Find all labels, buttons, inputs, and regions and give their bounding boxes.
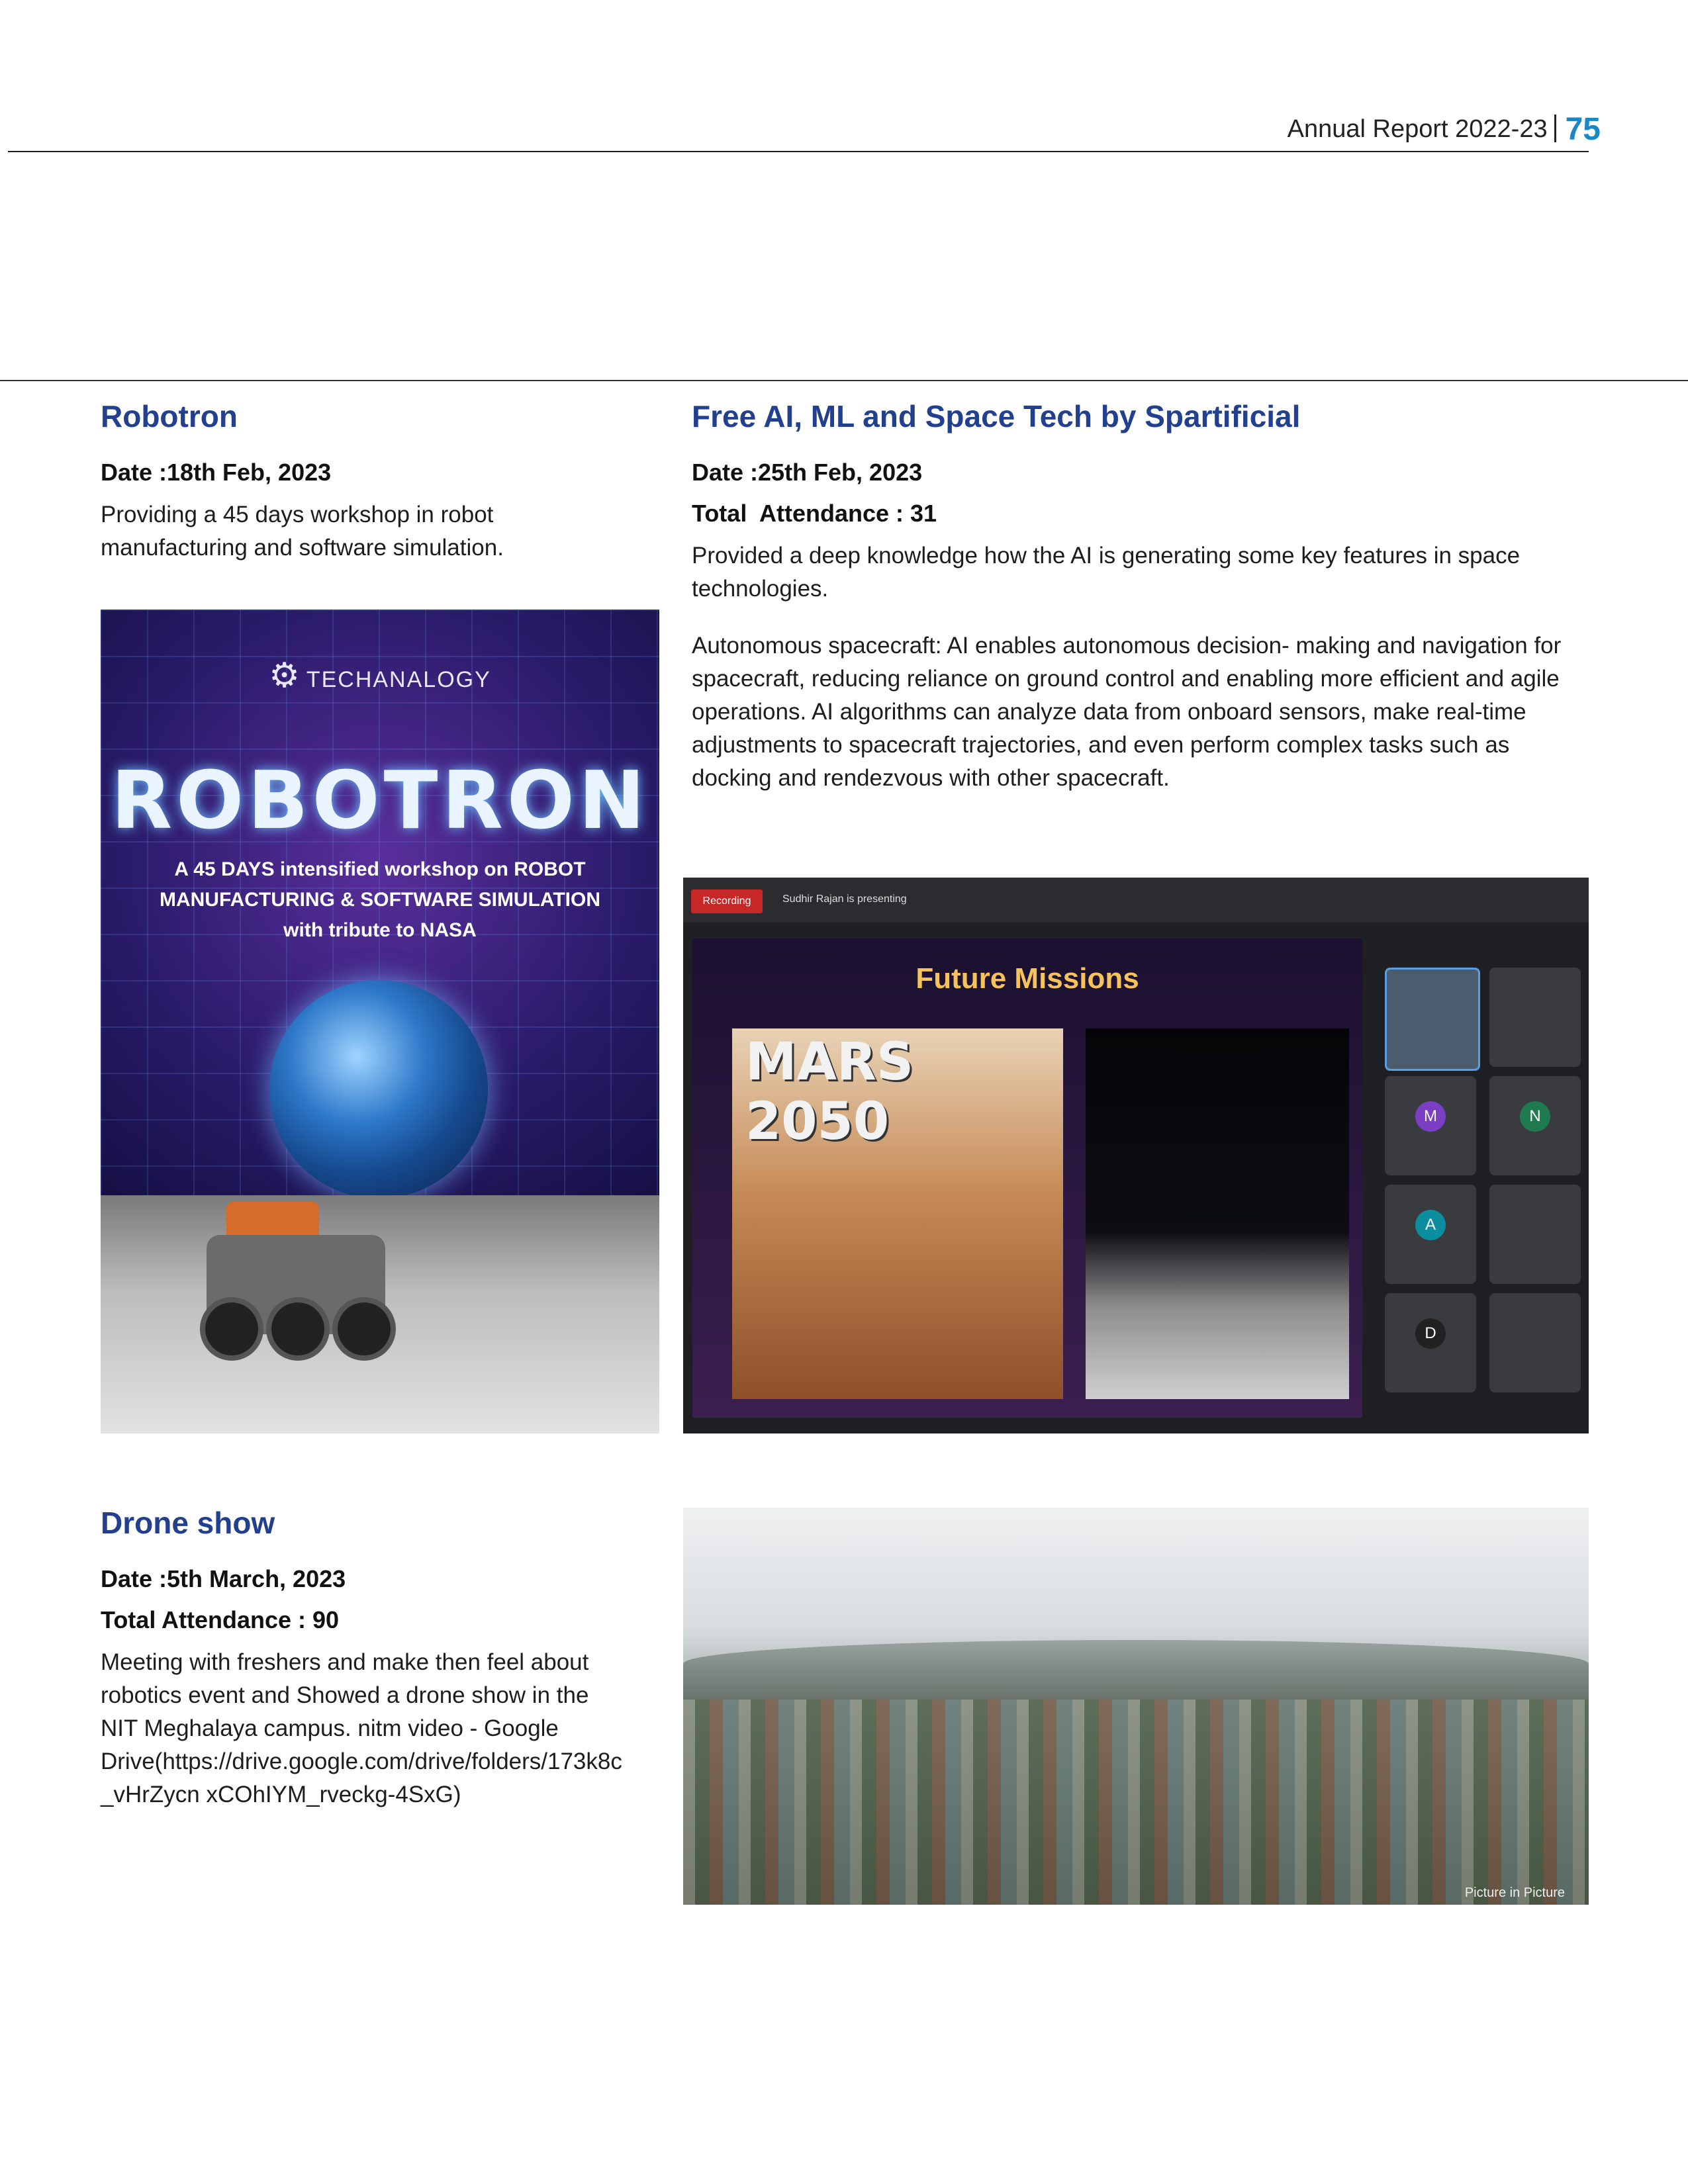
- participant-avatar: D: [1415, 1318, 1446, 1349]
- mars-image: MARS 2050: [732, 1028, 1063, 1399]
- spartificial-paragraph-1: Provided a deep knowledge how the AI is …: [692, 542, 1521, 602]
- spartificial-heading: Free AI, ML and Space Tech by Spartifici…: [692, 399, 1301, 433]
- presenting-label: Sudhir Rajan is presenting: [782, 893, 907, 905]
- header-separator: [1554, 114, 1556, 142]
- robotron-date: Date :18th Feb, 2023: [101, 458, 332, 486]
- earth-illustration: [269, 980, 488, 1199]
- rover-wheel: [332, 1297, 396, 1361]
- participant-tile: [1385, 968, 1480, 1071]
- spartificial-date: Date :25th Feb, 2023: [692, 458, 923, 486]
- drone-description: Meeting with freshers and make then feel…: [101, 1649, 622, 1807]
- rover-wheel: [200, 1297, 263, 1361]
- robotron-description: Providing a 45 days workshop in robot ma…: [101, 501, 504, 561]
- participant-avatar: A: [1415, 1210, 1446, 1240]
- page-number: 75: [1565, 112, 1601, 147]
- participant-tile: M: [1385, 1076, 1476, 1175]
- participant-tile: [1489, 968, 1581, 1067]
- participant-tile: D: [1385, 1293, 1476, 1392]
- recording-badge: Recording: [691, 889, 763, 913]
- report-title: Annual Report 2022-23: [1287, 115, 1548, 143]
- meeting-toolbar: Recording Sudhir Rajan is presenting: [683, 878, 1589, 923]
- spartificial-attendance: Total Attendance : 31: [692, 499, 937, 527]
- header-rule: [8, 151, 1589, 152]
- drone-photo: Picture in Picture: [683, 1508, 1589, 1905]
- meeting-screenshot: Recording Sudhir Rajan is presenting Fut…: [683, 878, 1589, 1433]
- spartificial-paragraph-2: Autonomous spacecraft: AI enables autono…: [692, 632, 1562, 791]
- drone-date: Date :5th March, 2023: [101, 1565, 346, 1592]
- spartificial-section: Free AI, ML and Space Tech by Spartifici…: [692, 400, 1589, 795]
- robotron-poster: ⚙ TECHANALOGY ROBOTRON A 45 DAYS intensif…: [101, 610, 659, 1433]
- robotron-section: Robotron Date :18th Feb, 2023 Providing …: [101, 400, 643, 565]
- participant-tile: N: [1489, 1076, 1581, 1175]
- poster-title: ROBOTRON: [111, 755, 649, 847]
- drone-heading: Drone show: [101, 1506, 275, 1540]
- robotron-heading: Robotron: [101, 399, 238, 433]
- gear-icon: ⚙: [269, 657, 301, 695]
- drone-attendance: Total Attendance : 90: [101, 1606, 340, 1633]
- mars-image-label: MARS 2050: [745, 1032, 914, 1152]
- participant-avatar: N: [1520, 1101, 1550, 1132]
- poster-subtitle: A 45 DAYS intensified workshop on ROBOT …: [159, 858, 601, 941]
- participant-tile: [1489, 1185, 1581, 1284]
- rover-wheel: [266, 1297, 330, 1361]
- moon-landing-image: [1086, 1028, 1349, 1399]
- drone-section: Drone show Date :5th March, 2023 Total A…: [101, 1506, 643, 1811]
- town-aerial-view: [683, 1700, 1589, 1905]
- running-header: Annual Report 2022-23 75: [1288, 111, 1601, 148]
- participant-tile: [1489, 1293, 1581, 1392]
- section-rule: [0, 380, 1688, 381]
- picture-in-picture-label: Picture in Picture: [1464, 1886, 1565, 1900]
- participant-tile: A: [1385, 1185, 1476, 1284]
- slide-title: Future Missions: [915, 962, 1139, 995]
- presentation-slide: Future Missions MARS 2050: [692, 938, 1362, 1418]
- participant-avatar: M: [1415, 1101, 1446, 1132]
- poster-brand: ⚙ TECHANALOGY: [269, 657, 491, 695]
